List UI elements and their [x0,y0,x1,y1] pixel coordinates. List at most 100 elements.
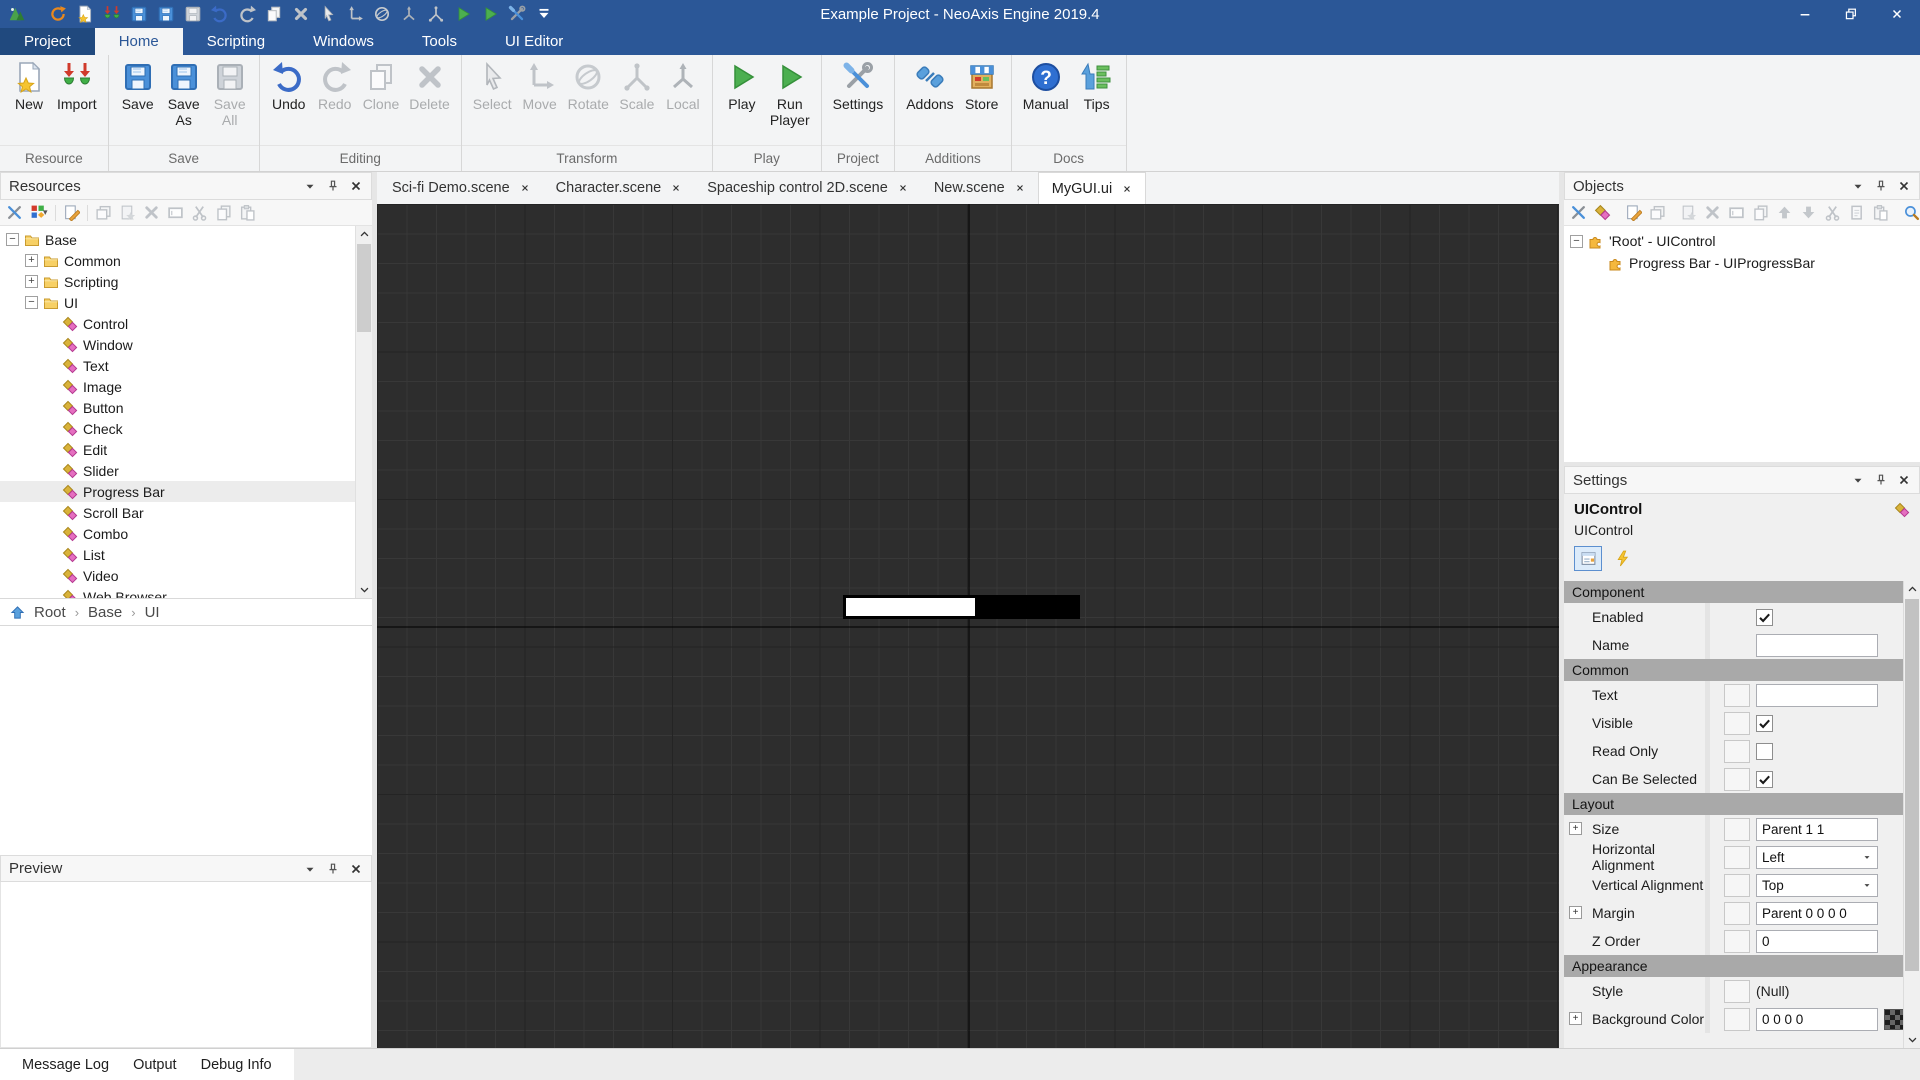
settings-button[interactable]: Settings [828,59,889,128]
tree-expander[interactable]: + [25,254,38,267]
object-item-progress-bar-uiprogressbar[interactable]: Progress Bar - UIProgressBar [1564,252,1920,274]
pin-icon[interactable] [1874,179,1888,193]
tree-item-scroll-bar[interactable]: Scroll Bar [0,502,372,523]
manual-button[interactable]: ? Manual [1018,59,1074,128]
document-tab-new-scene[interactable]: New.scene [921,172,1038,204]
tree-item-base[interactable]: − Base [0,229,372,250]
property-default-button[interactable] [1724,739,1750,763]
run-player-button[interactable]: Run Player [765,59,815,128]
property-default-button[interactable] [1724,845,1750,869]
tree-expander[interactable]: − [25,296,38,309]
settings-tools-button[interactable] [508,5,526,23]
property-default-button[interactable] [1724,683,1750,707]
tree-item-window[interactable]: Window [0,334,372,355]
can-be-selected-checkbox[interactable] [1756,770,1773,788]
size-field[interactable]: Parent 1 1 [1756,817,1878,841]
menu-tab-scripting[interactable]: Scripting [183,28,289,55]
vertical-alignment-dropdown[interactable]: Top [1756,873,1878,897]
resources-shapes-dd-button[interactable]: ▾ [30,204,48,221]
properties-tab[interactable] [1574,546,1602,571]
restore-button[interactable] [1828,0,1874,28]
objects-window-icon-button[interactable] [1649,204,1666,221]
property-expander[interactable]: + [1569,822,1582,835]
objects-wrench-s-button[interactable] [1570,204,1587,221]
resources-pages-button[interactable] [215,204,232,221]
property-default-button[interactable] [1724,929,1750,953]
menu-tab-home[interactable]: Home [94,28,183,55]
close-icon[interactable] [349,862,363,876]
tree-item-button[interactable]: Button [0,397,372,418]
floppy-button[interactable] [130,5,148,23]
panel-menu-icon[interactable] [1851,473,1865,487]
undo-button[interactable] [211,5,229,23]
objects-rect-frame-button[interactable] [1728,204,1745,221]
caret-down-button[interactable] [535,5,553,23]
tab-close-icon[interactable] [1122,184,1132,194]
panel-menu-icon[interactable] [303,862,317,876]
tips-button[interactable]: Tips [1074,59,1120,128]
close-button[interactable] [1874,0,1920,28]
objects-arrow-up-g-button[interactable] [1776,204,1793,221]
save-button[interactable]: Save [115,59,161,128]
scroll-thumb[interactable] [1905,599,1919,971]
tree-item-control[interactable]: Control [0,313,372,334]
play-button[interactable] [481,5,499,23]
objects-magnifier-button[interactable] [1903,204,1920,221]
breadcrumb-item-root[interactable]: Root [34,604,66,621]
breadcrumb-item-ui[interactable]: UI [145,604,160,621]
refresh-button[interactable] [49,5,67,23]
menu-tab-tools[interactable]: Tools [398,28,481,55]
name-field[interactable] [1756,633,1878,657]
resources-paste-button[interactable] [239,204,256,221]
objects-ui-item-button[interactable] [1594,204,1611,221]
property-default-button[interactable] [1724,979,1750,1003]
tree-item-common[interactable]: + Common [0,250,372,271]
property-expander[interactable]: + [1569,906,1582,919]
property-default-button[interactable] [1724,873,1750,897]
scroll-down-button[interactable] [356,581,372,598]
settings-scrollbar[interactable] [1903,581,1920,1048]
text-field[interactable] [1756,683,1878,707]
resources-edit-page-button[interactable] [63,204,80,221]
tree-expander[interactable]: − [6,233,19,246]
tree-item-image[interactable]: Image [0,376,372,397]
resources-scissors-button[interactable] [191,204,208,221]
play-button[interactable]: Play [719,59,765,128]
tree-item-edit[interactable]: Edit [0,439,372,460]
progress-bar-widget[interactable] [843,595,1080,619]
import-button[interactable]: Import [52,59,102,128]
panel-menu-icon[interactable] [1851,179,1865,193]
bottom-tab-debug-info[interactable]: Debug Info [189,1049,284,1080]
tree-item-text[interactable]: Text [0,355,372,376]
pin-icon[interactable] [1874,473,1888,487]
enabled-checkbox[interactable] [1756,608,1773,626]
close-icon[interactable] [1897,473,1911,487]
tree-item-combo[interactable]: Combo [0,523,372,544]
scroll-thumb[interactable] [357,244,371,332]
resources-scrollbar[interactable] [355,226,372,598]
tree-item-progress-bar[interactable]: Progress Bar [0,481,372,502]
tree-expander[interactable]: − [1570,234,1583,248]
property-default-button[interactable] [1724,901,1750,925]
floppy-button[interactable] [157,5,175,23]
objects-x-gray-s-button[interactable] [1704,204,1721,221]
new-file-button[interactable] [76,5,94,23]
panel-menu-icon[interactable] [303,179,317,193]
close-icon[interactable] [1897,179,1911,193]
bottom-tab-output[interactable]: Output [121,1049,189,1080]
tab-close-icon[interactable] [1015,183,1025,193]
objects-edit-page-button[interactable] [1625,204,1642,221]
tree-item-video[interactable]: Video [0,565,372,586]
scroll-up-button[interactable] [1904,581,1920,598]
pin-icon[interactable] [326,862,340,876]
addons-button[interactable]: Addons [901,59,958,128]
menu-tab-project[interactable]: Project [0,28,95,55]
visible-checkbox[interactable] [1756,714,1773,732]
tree-item-slider[interactable]: Slider [0,460,372,481]
play-button[interactable] [454,5,472,23]
document-tab-character-scene[interactable]: Character.scene [543,172,695,204]
objects-paste-button[interactable] [1872,204,1889,221]
property-expander[interactable]: + [1569,1012,1582,1025]
document-tab-sci-fi-demo-scene[interactable]: Sci-fi Demo.scene [379,172,543,204]
tree-item-ui[interactable]: − UI [0,292,372,313]
